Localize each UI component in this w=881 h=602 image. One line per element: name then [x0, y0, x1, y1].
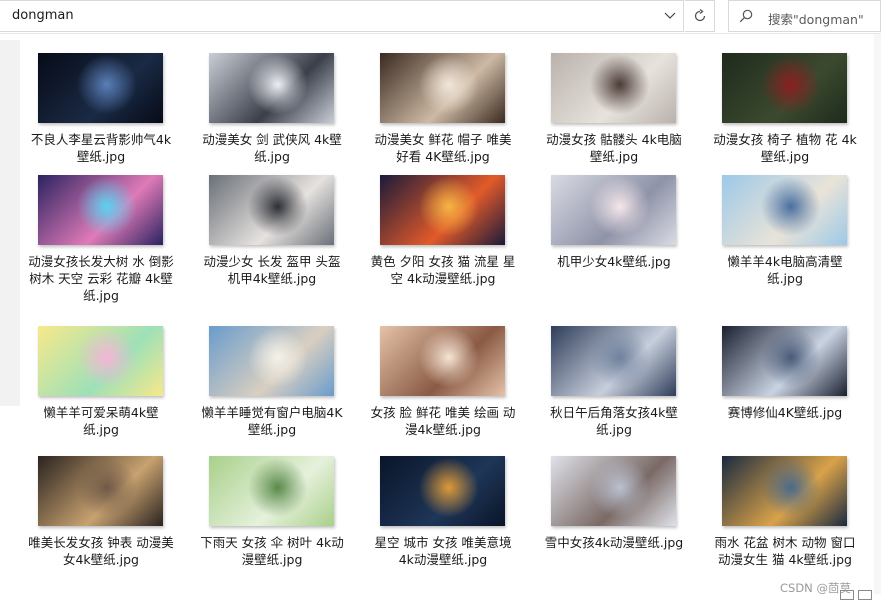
file-thumbnail[interactable] [551, 456, 676, 526]
file-thumbnail[interactable] [38, 175, 163, 245]
file-thumbnail[interactable] [38, 326, 163, 396]
file-name[interactable]: 雪中女孩4k动漫壁纸.jpg [541, 534, 687, 551]
file-thumbnail[interactable] [380, 326, 505, 396]
file-thumbnail[interactable] [209, 326, 334, 396]
file-grid: 不良人李星云背影帅气4k壁纸.jpg 动漫美女 剑 武侠风 4k壁纸.jpg 动漫美… [0, 0, 881, 602]
file-name[interactable]: 赛博修仙4K壁纸.jpg [712, 404, 858, 421]
file-thumbnail[interactable] [380, 456, 505, 526]
file-thumbnail[interactable] [38, 456, 163, 526]
file-name[interactable]: 不良人李星云背影帅气4k壁纸.jpg [28, 131, 174, 165]
file-thumbnail[interactable] [551, 326, 676, 396]
file-name[interactable]: 懒羊羊4k电脑高清壁纸.jpg [712, 253, 858, 287]
file-name[interactable]: 机甲少女4k壁纸.jpg [541, 253, 687, 270]
file-name[interactable]: 秋日午后角落女孩4k壁纸.jpg [541, 404, 687, 438]
file-name[interactable]: 动漫女孩 骷髅头 4k电脑壁纸.jpg [541, 131, 687, 165]
file-name[interactable]: 动漫女孩长发大树 水 倒影 树木 天空 云彩 花瓣 4k壁纸.jpg [28, 253, 174, 304]
file-name[interactable]: 黄色 夕阳 女孩 猫 流星 星空 4k动漫壁纸.jpg [370, 253, 516, 287]
file-name[interactable]: 唯美长发女孩 钟表 动漫美女4k壁纸.jpg [28, 534, 174, 568]
file-thumbnail[interactable] [722, 456, 847, 526]
file-name[interactable]: 懒羊羊可爱呆萌4k壁纸.jpg [28, 404, 174, 438]
file-thumbnail[interactable] [722, 53, 847, 123]
file-thumbnail[interactable] [722, 326, 847, 396]
file-name[interactable]: 懒羊羊睡觉有窗户电脑4K壁纸.jpg [199, 404, 345, 438]
large-icons-view-icon[interactable] [858, 590, 872, 600]
file-thumbnail[interactable] [209, 175, 334, 245]
file-name[interactable]: 雨水 花盆 树木 动物 窗口 动漫女生 猫 4k壁纸.jpg [712, 534, 858, 568]
file-thumbnail[interactable] [38, 53, 163, 123]
file-name[interactable]: 下雨天 女孩 伞 树叶 4k动漫壁纸.jpg [199, 534, 345, 568]
file-name[interactable]: 动漫美女 鲜花 帽子 唯美好看 4K壁纸.jpg [370, 131, 516, 165]
file-thumbnail[interactable] [380, 175, 505, 245]
file-thumbnail[interactable] [380, 53, 505, 123]
file-name[interactable]: 星空 城市 女孩 唯美意境4k动漫壁纸.jpg [370, 534, 516, 568]
details-view-icon[interactable] [840, 590, 854, 600]
file-thumbnail[interactable] [209, 53, 334, 123]
file-thumbnail[interactable] [209, 456, 334, 526]
file-thumbnail[interactable] [551, 175, 676, 245]
view-toggle[interactable] [840, 590, 880, 602]
file-name[interactable]: 动漫美女 剑 武侠风 4k壁纸.jpg [199, 131, 345, 165]
file-thumbnail[interactable] [551, 53, 676, 123]
file-name[interactable]: 动漫少女 长发 盔甲 头盔 机甲4k壁纸.jpg [199, 253, 345, 287]
file-name[interactable]: 动漫女孩 椅子 植物 花 4k壁纸.jpg [712, 131, 858, 165]
file-thumbnail[interactable] [722, 175, 847, 245]
file-name[interactable]: 女孩 脸 鲜花 唯美 绘画 动漫4k壁纸.jpg [370, 404, 516, 438]
